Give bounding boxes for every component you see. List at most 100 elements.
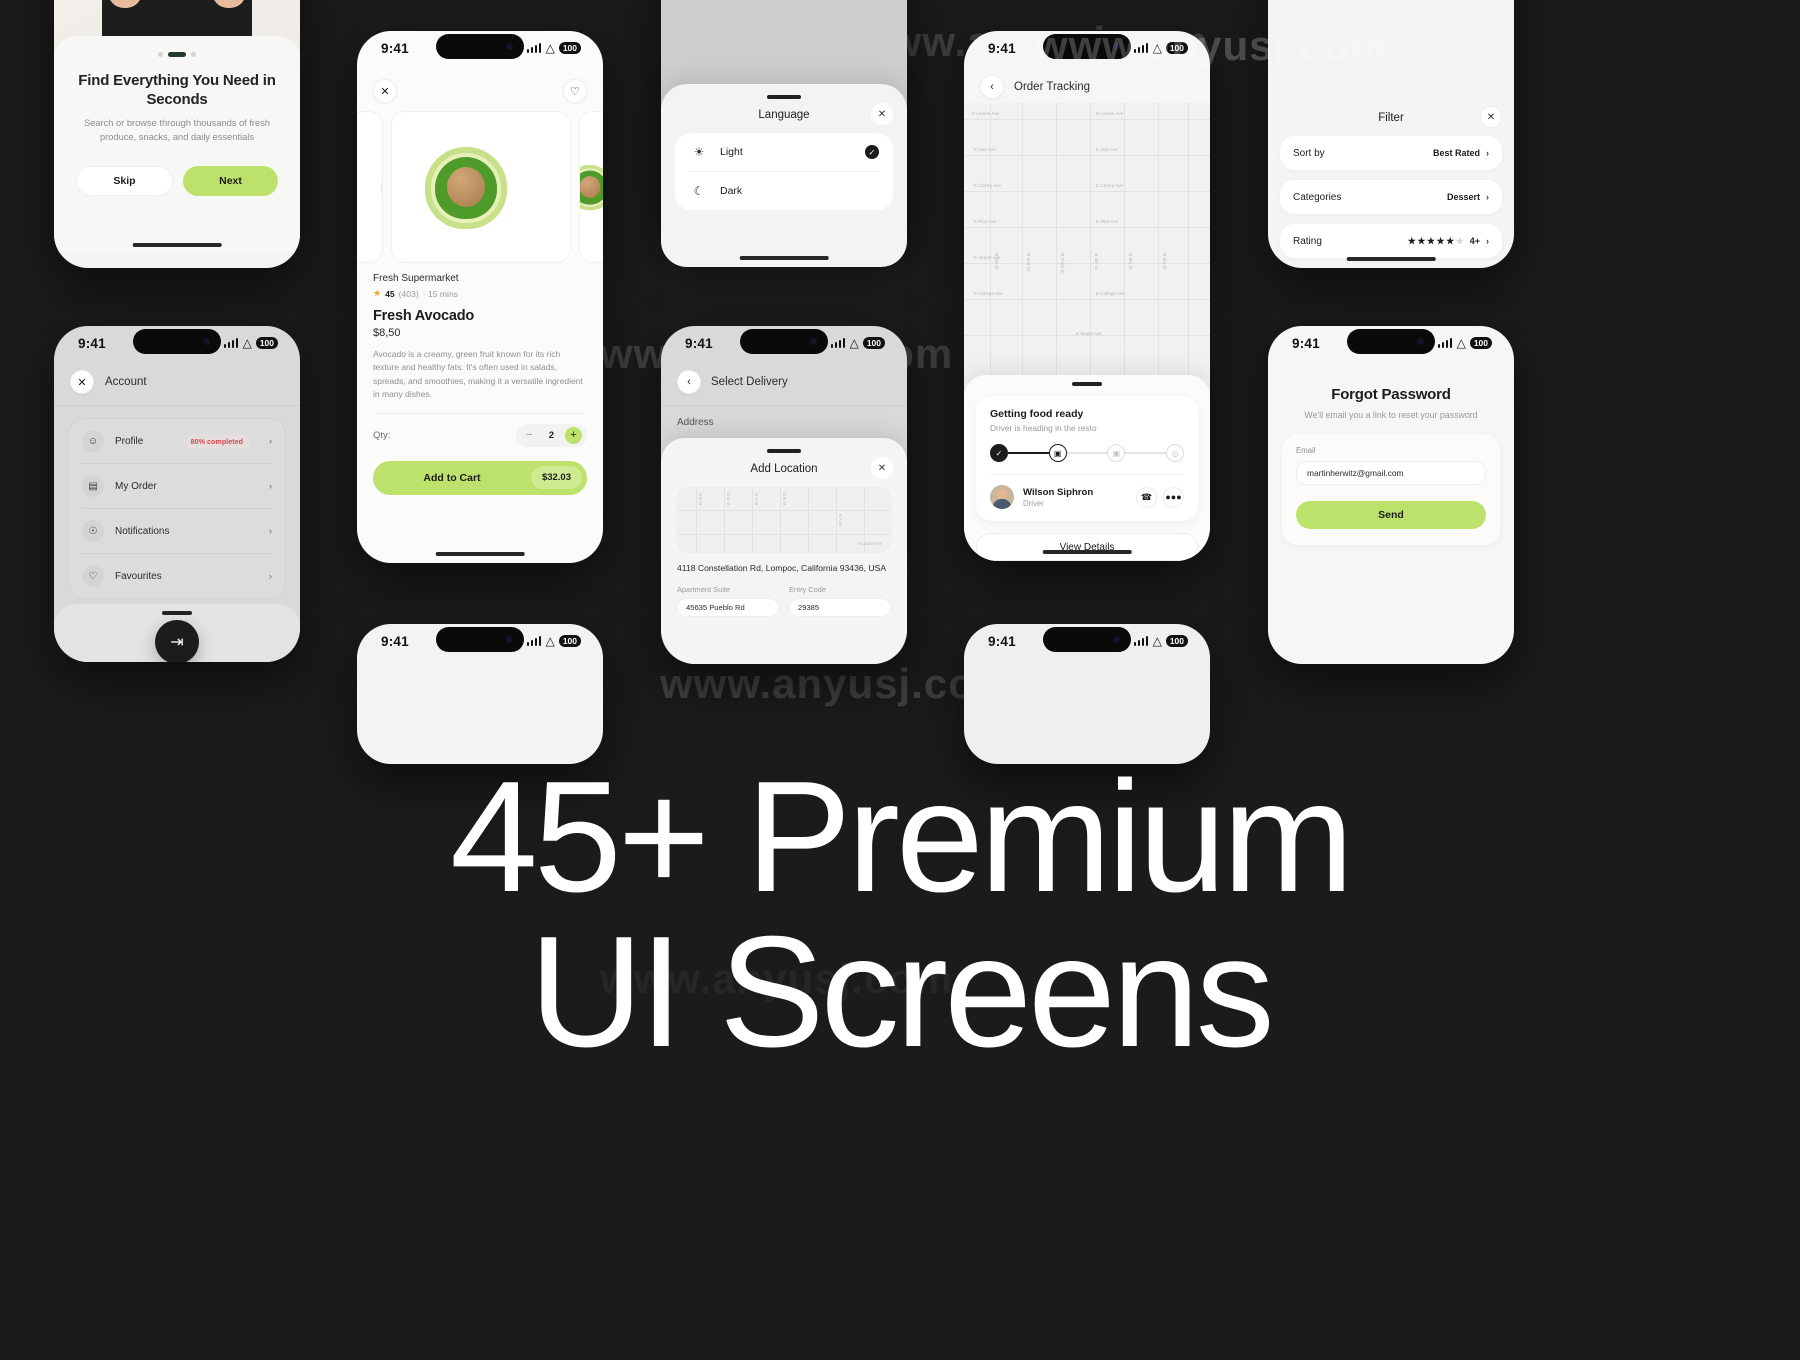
wifi-icon: △	[1152, 41, 1162, 55]
close-icon[interactable]: ✕	[1480, 106, 1502, 128]
gallery-slide-next[interactable]	[579, 111, 603, 263]
add-to-cart-button[interactable]: Add to Cart $32.03	[373, 460, 587, 495]
close-icon[interactable]: ✕	[871, 457, 893, 479]
account-item-profile[interactable]: ☺ Profile 80% completed ›	[69, 419, 285, 463]
heart-icon[interactable]: ♡	[563, 79, 587, 103]
email-field[interactable]: martinherwitz@gmail.com	[1296, 461, 1486, 485]
package-icon: ▣	[1048, 444, 1067, 462]
page-title: Select Delivery	[711, 376, 788, 388]
screen-order-tracking[interactable]: 9:41 △ 100 ‹ Order Tracking E Lemon Ave …	[964, 31, 1210, 561]
chat-icon[interactable]: ●●●	[1163, 486, 1184, 508]
signal-bars-icon	[526, 636, 542, 646]
page-title: Filter	[1378, 112, 1404, 124]
map-street-label: N A St	[838, 514, 843, 526]
page-dot[interactable]	[191, 52, 196, 57]
check-circle-icon: ✓	[990, 444, 1008, 462]
product-gallery[interactable]	[357, 111, 603, 263]
option-dark[interactable]: ☾ Dark	[675, 172, 893, 210]
map-street-label: N 2nd St	[1026, 253, 1031, 271]
driver-actions: ☎ ●●●	[1136, 486, 1184, 508]
dynamic-island	[1043, 627, 1131, 652]
logout-icon[interactable]: ⇥	[155, 620, 199, 662]
onboarding-title: Find Everything You Need in Seconds	[78, 72, 276, 109]
screen-product-detail[interactable]: 9:41 △ 100 ✕ ♡ Fresh Supermarket ★ 45 (4…	[357, 31, 603, 563]
map-pin-icon: ◎	[1166, 444, 1185, 462]
star-icon-empty: ★	[1455, 235, 1464, 246]
chevron-right-icon: ›	[269, 481, 272, 491]
account-item-my-order[interactable]: ▤ My Order ›	[69, 464, 285, 508]
map-thumbnail[interactable]: N E St N D St N C St N B St N A St E Lau…	[677, 487, 891, 553]
home-indicator	[1042, 549, 1132, 554]
chevron-left-icon[interactable]: ‹	[980, 75, 1004, 99]
status-time: 9:41	[988, 633, 1016, 649]
status-bar: 9:41 △ 100	[1268, 326, 1514, 360]
option-light[interactable]: ☀ Light ✓	[675, 133, 893, 171]
screen-order-tracking-secondary[interactable]: 9:41 △ 100	[964, 624, 1210, 764]
sheet-grabber[interactable]	[162, 611, 192, 615]
apartment-suite-field[interactable]: Apartment Suite 45635 Pueblo Rd	[677, 585, 779, 617]
dynamic-island	[740, 329, 828, 354]
star-icon: ★	[1417, 235, 1426, 246]
location-address: 4118 Constellation Rd, Lompoc, Californi…	[677, 563, 887, 573]
gallery-slide-active[interactable]	[391, 111, 571, 263]
page-dot[interactable]	[158, 52, 163, 57]
status-indicators: △ 100	[526, 42, 581, 54]
screen-filter[interactable]: Filter ✕ Sort by Best Rated › Categories…	[1268, 0, 1514, 268]
screen-forgot-password[interactable]: 9:41 △ 100 Forgot Password We'll email y…	[1268, 326, 1514, 664]
close-icon[interactable]: ✕	[871, 103, 893, 125]
receipt-icon: ▤	[82, 475, 104, 497]
dynamic-island	[133, 329, 221, 354]
language-sheet[interactable]: Language ✕ ☀ Light ✓ ☾ Dark	[661, 84, 907, 267]
entry-code-input[interactable]: 29385	[789, 597, 891, 617]
filter-row-sort-by[interactable]: Sort by Best Rated ›	[1280, 136, 1502, 170]
filter-label: Categories	[1293, 191, 1342, 203]
tracking-map[interactable]: E Lemon Ave E Lemon Ave E Oak Ave E Oak …	[964, 103, 1210, 391]
sheet-grabber[interactable]	[1072, 382, 1102, 386]
account-bottom-sheet[interactable]: ⇥	[54, 604, 300, 662]
filter-row-rating[interactable]: Rating ★ ★ ★ ★ ★ ★ 4+ ›	[1280, 224, 1502, 258]
tracking-bottom-sheet[interactable]: Getting food ready Driver is heading in …	[964, 375, 1210, 561]
account-item-favourites[interactable]: ♡ Favourites ›	[69, 554, 285, 598]
phone-icon[interactable]: ☎	[1136, 486, 1157, 508]
close-icon[interactable]: ✕	[373, 79, 397, 103]
increment-button[interactable]: +	[565, 426, 582, 444]
screen-select-delivery[interactable]: 9:41 △ 100 ‹ Select Delivery Address Add…	[661, 326, 907, 664]
page-dots[interactable]	[76, 52, 278, 57]
close-icon[interactable]: ✕	[70, 370, 94, 394]
moon-icon: ☾	[693, 184, 705, 198]
star-icon: ★	[1407, 235, 1416, 246]
map-street-label: N 1st St	[994, 253, 999, 270]
rating-stars: ★ ★ ★ ★ ★ ★	[1408, 236, 1464, 247]
map-street-label: E Cherry Ave	[1096, 183, 1123, 188]
view-details-button[interactable]: View Details	[976, 533, 1198, 561]
chevron-left-icon[interactable]: ‹	[677, 370, 701, 394]
screen-product-detail-secondary[interactable]: 9:41 △ 100	[357, 624, 603, 764]
skip-button[interactable]: Skip	[76, 166, 173, 197]
filter-row-categories[interactable]: Categories Dessert ›	[1280, 180, 1502, 214]
next-button[interactable]: Next	[183, 166, 278, 197]
quantity-value: 2	[548, 429, 554, 441]
check-icon: ✓	[865, 145, 879, 159]
map-street-label: E Lemon Ave	[972, 111, 1000, 116]
send-button[interactable]: Send	[1296, 501, 1486, 529]
screen-onboarding[interactable]: 🍊 🥦 Find Everything You Need in Seconds …	[54, 0, 300, 268]
product-topbar: ✕ ♡	[357, 65, 603, 111]
driver-name: Wilson Siphron	[1023, 486, 1094, 498]
star-icon: ★	[1446, 235, 1455, 246]
decrement-button[interactable]: −	[520, 426, 538, 444]
screen-account[interactable]: 9:41 △ 100 ✕ Account ☺ Profile 80% compl…	[54, 326, 300, 662]
account-menu: ☺ Profile 80% completed › ▤ My Order › ☉…	[68, 418, 286, 599]
entry-code-field[interactable]: Entry Code 29385	[789, 585, 891, 617]
account-item-label: Favourites	[115, 570, 162, 582]
account-item-notifications[interactable]: ☉ Notifications ›	[69, 509, 285, 553]
quantity-stepper[interactable]: − 2 +	[515, 423, 587, 447]
signal-bars-icon	[526, 43, 542, 53]
product-name: Fresh Avocado	[373, 308, 475, 324]
add-location-sheet[interactable]: Add Location ✕ N E St N D St N C St N B …	[661, 438, 907, 664]
page-dot-active[interactable]	[168, 52, 186, 57]
heart-icon: ♡	[82, 565, 104, 587]
apartment-suite-input[interactable]: 45635 Pueblo Rd	[677, 597, 779, 617]
star-icon: ★	[373, 288, 382, 298]
store-name: Fresh Supermarket	[373, 273, 459, 284]
gallery-slide-prev[interactable]	[357, 111, 383, 263]
